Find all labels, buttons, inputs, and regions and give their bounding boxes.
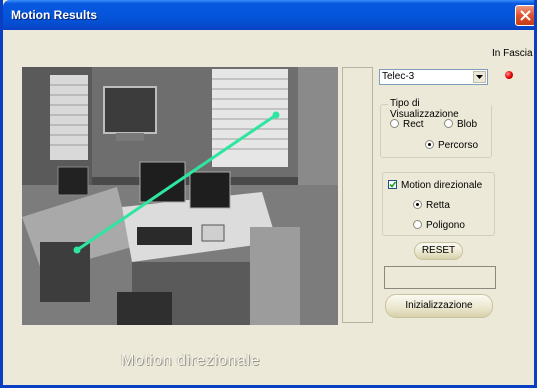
motion-direction-checkbox[interactable]: Motion direzionale [388, 180, 482, 191]
visualization-type-group: Tipo di Visualizzazione Rect Blob Percor… [380, 98, 492, 158]
initialize-button[interactable]: Inizializzazione [385, 294, 493, 318]
camera-select-value: Telec-3 [382, 71, 415, 82]
initialize-button-label: Inizializzazione [405, 300, 473, 311]
radio-retta[interactable]: Retta [413, 200, 450, 211]
motion-direction-label: Motion direzionale [401, 180, 483, 191]
radio-button-icon [444, 119, 453, 128]
radio-button-selected-icon [425, 140, 434, 149]
track-start-point [73, 246, 81, 254]
title-bar: Motion Results [3, 0, 534, 30]
radio-rect[interactable]: Rect [390, 119, 424, 130]
close-icon [520, 10, 531, 21]
radio-percorso-label: Percorso [438, 140, 479, 151]
visualization-group-title: Tipo di Visualizzazione [388, 98, 491, 120]
radio-percorso[interactable]: Percorso [425, 140, 478, 151]
close-button[interactable] [515, 5, 534, 26]
radio-button-icon [413, 220, 422, 229]
side-strip-panel [342, 67, 373, 323]
in-fascia-label: In Fascia [492, 48, 533, 59]
mode-caption: Motion direzionale [121, 352, 260, 369]
radio-button-selected-icon [413, 200, 422, 209]
chevron-down-icon [476, 75, 483, 79]
checkbox-icon [388, 180, 397, 189]
radio-poligono-label: Poligono [426, 220, 465, 231]
radio-button-icon [390, 119, 399, 128]
status-indicator-icon [505, 71, 513, 79]
window-title: Motion Results [11, 8, 97, 22]
radio-poligono[interactable]: Poligono [413, 220, 465, 231]
camera-select[interactable]: Telec-3 [379, 69, 488, 85]
camera-view [22, 67, 338, 325]
camera-image [22, 67, 338, 325]
radio-retta-label: Retta [426, 200, 450, 211]
reset-button-label: RESET [421, 245, 456, 256]
motion-results-window: Motion Results In Fascia Telec-3 Tipo di… [0, 0, 537, 388]
status-text-field[interactable] [384, 266, 496, 289]
motion-direction-group: Motion direzionale Retta Poligono [382, 172, 495, 236]
radio-blob-label: Blob [457, 119, 478, 130]
radio-blob[interactable]: Blob [444, 119, 477, 130]
reset-button[interactable]: RESET [414, 242, 463, 260]
combo-dropdown-button[interactable] [473, 71, 486, 83]
radio-rect-label: Rect [403, 119, 424, 130]
track-end-point [272, 111, 280, 119]
